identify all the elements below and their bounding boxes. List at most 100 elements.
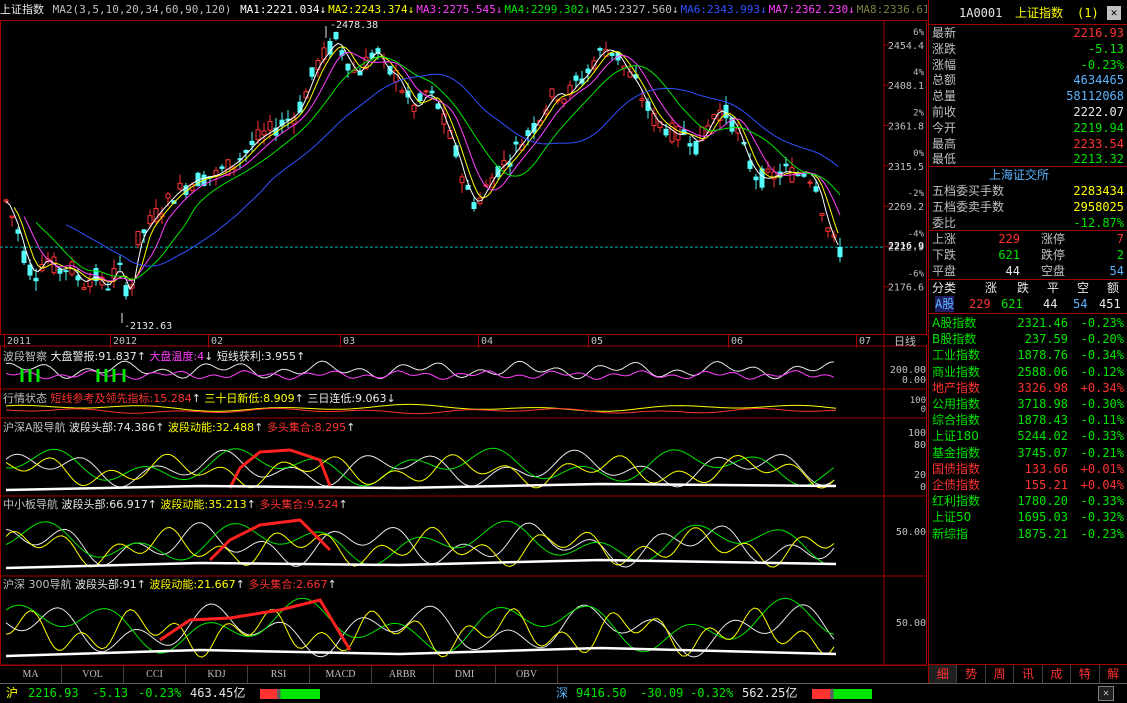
index-row[interactable]: A股指数 2321.46 -0.23% (929, 315, 1127, 331)
indicator-tab[interactable]: VOL (62, 666, 124, 683)
panel1-title[interactable]: 波段智察 (3, 350, 47, 363)
quote-panel-tab[interactable]: 特 (1071, 665, 1100, 683)
order-value: -12.87% (1073, 215, 1124, 230)
candle-body (549, 88, 555, 98)
panel4-title[interactable]: 中小板导航 (3, 498, 58, 511)
index-row[interactable]: 上证180 5244.02 -0.33% (929, 428, 1127, 444)
quote-panel-tab[interactable]: 解 (1100, 665, 1127, 683)
alarm-icon[interactable]: ✕ (1098, 686, 1114, 701)
low-label: -2132.63 (124, 321, 172, 332)
panel3-title[interactable]: 沪深A股导航 (3, 421, 66, 434)
pct-tick: -6% (908, 270, 925, 280)
quote-header: 1A0001 上证指数 (1) ✕ (929, 4, 1127, 22)
quote-panel-tab[interactable]: 周 (986, 665, 1015, 683)
index-row[interactable]: 工业指数 1878.76 -0.34% (929, 347, 1127, 363)
candle-body (9, 215, 15, 218)
indicator-tab[interactable]: OBV (496, 666, 558, 683)
pct-tick: 6% (913, 28, 924, 38)
quote-row: 今开 2219.94 (929, 120, 1127, 136)
index-percent: -0.12% (1080, 364, 1124, 379)
indicator-tab[interactable]: MA (0, 666, 62, 683)
panel5-header: 沪深 300导航 波段头部:91↑ 波段动能:21.667↑ 多头集合:2.66… (3, 578, 337, 591)
trend-line (159, 598, 352, 651)
index-row[interactable]: 公用指数 3718.98 -0.30% (929, 396, 1127, 412)
security-name: 上证指数 (1015, 6, 1064, 20)
candle-body (105, 288, 111, 291)
indicator-tab[interactable]: KDJ (186, 666, 248, 683)
quote-panel: 1A0001 上证指数 (1) ✕ 上海证交所 分类涨跌平空额 A股 229 621… (928, 0, 1127, 683)
index-value: 1875.21 (1017, 526, 1068, 541)
index-row[interactable]: 企债指数 155.21 +0.04% (929, 477, 1127, 493)
quote-row: 委比 -12.87% (929, 215, 1127, 231)
index-name: B股指数 (932, 332, 977, 347)
indicator-line (5, 449, 835, 488)
candle-body (453, 145, 459, 157)
panel2-title[interactable]: 行情状态 (3, 392, 47, 405)
index-row[interactable]: B股指数 237.59 -0.20% (929, 331, 1127, 347)
index-row[interactable]: 上证50 1695.03 -0.32% (929, 509, 1127, 525)
candle-body (813, 186, 819, 192)
index-name: 新综指 (932, 526, 969, 541)
quote-panel-tab[interactable]: 成 (1043, 665, 1072, 683)
candlestick-layer: -2478.38 -2132.63 (0, 20, 884, 332)
index-percent: -0.33% (1080, 429, 1124, 444)
breadth-value: 229 (998, 232, 1020, 246)
quote-row: 总额 4634465 (929, 72, 1127, 88)
candle-body (459, 176, 465, 184)
index-row[interactable]: 新综指 1875.21 -0.23% (929, 526, 1127, 542)
indicator-tab[interactable]: DMI (434, 666, 496, 683)
index-value: 2588.06 (1017, 364, 1068, 379)
panel5-title[interactable]: 沪深 300导航 (3, 578, 72, 591)
indicator-tab[interactable]: ARBR (372, 666, 434, 683)
price-tick: 2269.2 (888, 202, 924, 213)
quote-row: 五档委卖手数 2958025 (929, 199, 1127, 215)
current-price-label: 2216.9 (888, 241, 924, 252)
quote-value: 4634465 (1073, 73, 1124, 88)
breadth-row: 平盘 44 空盘 54 (929, 263, 1127, 279)
indicator-tab[interactable]: MACD (310, 666, 372, 683)
quote-panel-tab[interactable]: 势 (957, 665, 986, 683)
candle-body (117, 262, 123, 266)
candle-body (21, 250, 27, 263)
panel1-a: 大盘警报:91.837 (50, 350, 137, 363)
period-label[interactable]: 日线 (894, 335, 916, 348)
ma-legend-bar: 上证指数 MA2(3,5,10,20,34,60,90,120) MA1:222… (0, 0, 927, 20)
indicator-tab[interactable]: RSI (248, 666, 310, 683)
price-tick: 2361.8 (888, 121, 924, 132)
candle-body (15, 229, 21, 234)
index-row[interactable]: 地产指数 3326.98 +0.34% (929, 380, 1127, 396)
panel2-tick-top: 100 (909, 396, 926, 406)
breadth-label: 空盘 (1041, 264, 1066, 278)
candle-body (747, 160, 753, 169)
close-icon[interactable]: ✕ (1107, 6, 1121, 20)
index-value: 3718.98 (1017, 397, 1068, 411)
quote-label: 涨幅 (932, 57, 957, 72)
breadth-label: 涨停 (1041, 232, 1066, 246)
candle-body (609, 52, 615, 56)
class-header-cell: 跌 (1017, 281, 1030, 295)
panel3-tick-80: 80 (913, 440, 926, 451)
quote-label: 前收 (932, 105, 957, 119)
panel2-ticks: 100 0 (886, 397, 926, 415)
candle-body (807, 181, 813, 184)
breadth-label: 下跌 (932, 248, 957, 262)
sz-change: -30.09 (640, 686, 684, 700)
quote-row: 最低 2213.32 (929, 151, 1127, 167)
indicator-tab[interactable]: CCI (124, 666, 186, 683)
order-label: 五档委买手数 (932, 184, 1005, 198)
quote-panel-tab[interactable]: 讯 (1014, 665, 1043, 683)
index-row[interactable]: 红利指数 1780.20 -0.33% (929, 493, 1127, 509)
index-row[interactable]: 商业指数 2588.06 -0.12% (929, 364, 1127, 380)
class-header-cell: 涨 (985, 281, 998, 295)
index-row[interactable]: 综合指数 1878.43 -0.11% (929, 412, 1127, 428)
index-percent: -0.30% (1080, 397, 1124, 411)
breadth-row: 下跌 621 跌停 2 (929, 247, 1127, 263)
index-row[interactable]: 国债指数 133.66 +0.01% (929, 461, 1127, 477)
quote-panel-tab[interactable]: 细 (929, 665, 958, 683)
panel1-ticks: 200.00 0.00 (886, 366, 926, 386)
index-row[interactable]: 基金指数 3745.07 -0.21% (929, 445, 1127, 461)
class-row[interactable]: A股 229 621 44 54 451 (929, 296, 1127, 312)
chart-title[interactable]: 上证指数 (0, 0, 46, 20)
candle-body (141, 229, 147, 234)
panel5-tick-mid: 50.00 (895, 618, 926, 629)
